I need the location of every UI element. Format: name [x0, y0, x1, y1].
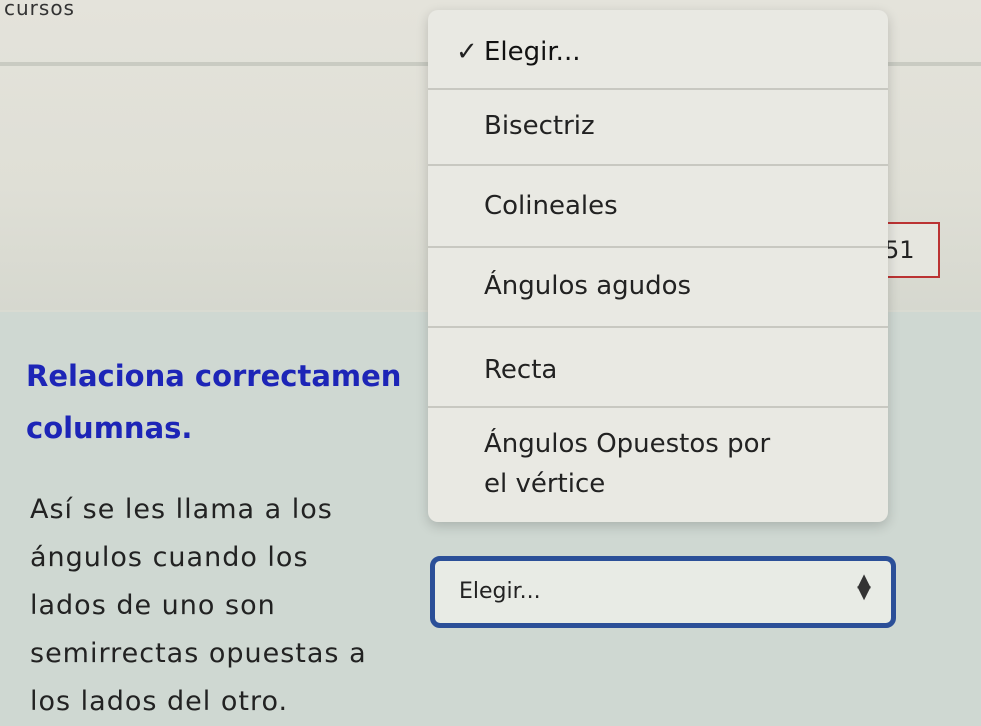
statement-line: los lados del otro.: [30, 686, 289, 717]
question-title-line: Relaciona correctamen: [26, 359, 402, 393]
option-angulos-agudos[interactable]: Ángulos agudos: [428, 266, 888, 306]
option-divider: [428, 246, 888, 248]
option-label-line: Ángulos Opuestos por: [484, 429, 771, 459]
option-angulos-opuestos[interactable]: Ángulos Opuestos por el vértice: [428, 424, 888, 504]
option-recta[interactable]: Recta: [428, 350, 888, 390]
statement-line: Así se les llama a los: [30, 494, 333, 525]
option-bisectriz[interactable]: Bisectriz: [428, 106, 888, 146]
checkmark-icon: ✓: [456, 37, 478, 67]
answer-select[interactable]: Elegir... ▲ ▼: [430, 556, 896, 628]
option-label: Colineales: [484, 191, 618, 221]
updown-arrows-icon: ▲ ▼: [857, 570, 871, 603]
statement-line: lados de uno son: [30, 590, 276, 621]
select-value: Elegir...: [459, 579, 541, 604]
option-divider: [428, 88, 888, 90]
option-label-line: el vértice: [484, 469, 606, 499]
question-number: 51: [884, 236, 915, 264]
option-label: Ángulos agudos: [484, 271, 692, 301]
option-colineales[interactable]: Colineales: [428, 186, 888, 226]
answer-dropdown-list: ✓ Elegir... Bisectriz Colineales Ángulos…: [428, 10, 888, 522]
question-title: Relaciona correctamen columnas.: [26, 350, 446, 454]
app-label: cursos: [4, 0, 75, 20]
option-label: Bisectriz: [484, 111, 595, 141]
option-label: Recta: [484, 355, 558, 385]
option-label: Elegir...: [484, 37, 581, 67]
question-title-line: columnas.: [26, 411, 193, 445]
option-elegir[interactable]: ✓ Elegir...: [428, 32, 888, 72]
option-divider: [428, 406, 888, 408]
option-divider: [428, 326, 888, 328]
option-divider: [428, 164, 888, 166]
statement-line: semirrectas opuestas a: [30, 638, 367, 669]
statement-line: ángulos cuando los: [30, 542, 309, 573]
question-statement: Así se les llama a los ángulos cuando lo…: [30, 486, 430, 726]
